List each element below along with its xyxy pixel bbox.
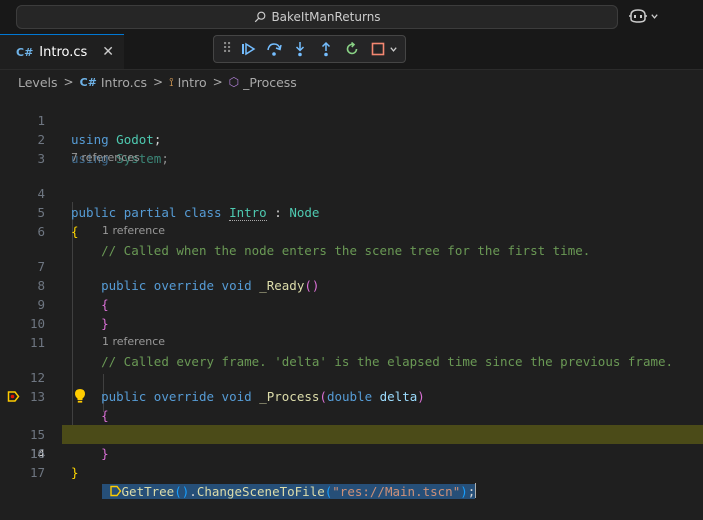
code-line: 16 } bbox=[29, 446, 79, 480]
close-icon[interactable]: ✕ bbox=[102, 44, 114, 60]
code-line: 4 public partial class Intro : Node bbox=[37, 186, 320, 221]
grip-icon[interactable]: ⠿ bbox=[222, 41, 232, 57]
stop-icon bbox=[371, 42, 385, 56]
step-into-icon bbox=[295, 42, 305, 57]
breadcrumb-item-levels[interactable]: Levels bbox=[18, 75, 58, 90]
lightbulb-icon[interactable] bbox=[74, 388, 86, 404]
breakpoint-arrow-icon[interactable] bbox=[7, 390, 20, 403]
code-line: 13 { bbox=[29, 389, 109, 423]
code-line: 7 public override void _Ready() bbox=[37, 259, 320, 293]
chevron-down-icon bbox=[389, 46, 397, 52]
step-into-button[interactable] bbox=[290, 39, 310, 59]
title-bar: BakeItManReturns bbox=[0, 0, 703, 34]
codelens-references[interactable]: 7 references bbox=[71, 150, 140, 166]
breadcrumb-separator: > bbox=[153, 75, 164, 89]
code-line: 3 bbox=[37, 151, 45, 166]
csharp-file-icon: C# bbox=[79, 75, 97, 89]
code-line: 1 using Godot; bbox=[37, 113, 162, 147]
codelens-references[interactable]: 1 reference bbox=[102, 334, 165, 350]
copilot-button[interactable] bbox=[628, 8, 659, 24]
code-line: 8 { bbox=[37, 278, 109, 312]
step-over-button[interactable] bbox=[264, 39, 284, 59]
command-center-search[interactable]: BakeItManReturns bbox=[16, 5, 618, 29]
code-line: 10 bbox=[29, 316, 45, 331]
breadcrumb-item-method[interactable]: _Process bbox=[243, 75, 297, 90]
code-line: 17 bbox=[29, 465, 45, 480]
debug-toolbar: ⠿ bbox=[213, 35, 406, 63]
current-debug-line: 14 GetTree().ChangeSceneToFile("res://Ma… bbox=[0, 387, 703, 499]
tab-intro-cs[interactable]: C# Intro.cs ✕ bbox=[0, 34, 124, 69]
stop-button[interactable] bbox=[368, 39, 388, 59]
chevron-down-icon bbox=[651, 13, 658, 19]
code-line: 9 } bbox=[37, 297, 109, 331]
search-icon bbox=[255, 11, 266, 23]
debug-options-dropdown[interactable] bbox=[388, 39, 398, 59]
restart-icon bbox=[346, 41, 358, 55]
step-over-icon bbox=[267, 43, 282, 56]
copilot-icon bbox=[629, 9, 647, 23]
code-line: 15 } bbox=[29, 427, 109, 461]
method-symbol-icon: ⬡ bbox=[228, 75, 240, 89]
breadcrumb: Levels > C# Intro.cs > ⟟ Intro > ⬡ _Proc… bbox=[18, 72, 297, 92]
code-editor[interactable]: 1 using Godot; 2 using System; 3 7 refer… bbox=[0, 92, 703, 499]
text-cursor bbox=[475, 483, 477, 498]
breadcrumb-separator: > bbox=[63, 75, 74, 89]
step-out-icon bbox=[321, 41, 331, 57]
code-line: 6 // Called when the node enters the sce… bbox=[37, 224, 591, 258]
codelens-references[interactable]: 1 reference bbox=[102, 223, 165, 239]
workspace-name: BakeItManReturns bbox=[271, 10, 381, 24]
code-line: 12 public override void _Process(double … bbox=[29, 370, 425, 404]
step-out-button[interactable] bbox=[316, 39, 336, 59]
class-symbol-icon: ⟟ bbox=[169, 74, 174, 89]
continue-button[interactable] bbox=[238, 39, 258, 59]
tab-label: Intro.cs bbox=[39, 44, 88, 60]
breadcrumb-item-class[interactable]: Intro bbox=[178, 75, 207, 90]
restart-button[interactable] bbox=[342, 39, 362, 59]
breadcrumb-separator: > bbox=[212, 75, 223, 89]
debug-stop-marker-icon bbox=[109, 485, 121, 497]
code-line: 5 { bbox=[37, 205, 79, 239]
csharp-file-icon: C# bbox=[16, 45, 34, 59]
continue-icon bbox=[242, 42, 256, 56]
breadcrumb-item-file[interactable]: Intro.cs bbox=[101, 75, 147, 90]
code-line: 2 using System; bbox=[37, 132, 169, 166]
code-line: 11 // Called every frame. 'delta' is the… bbox=[29, 335, 674, 369]
